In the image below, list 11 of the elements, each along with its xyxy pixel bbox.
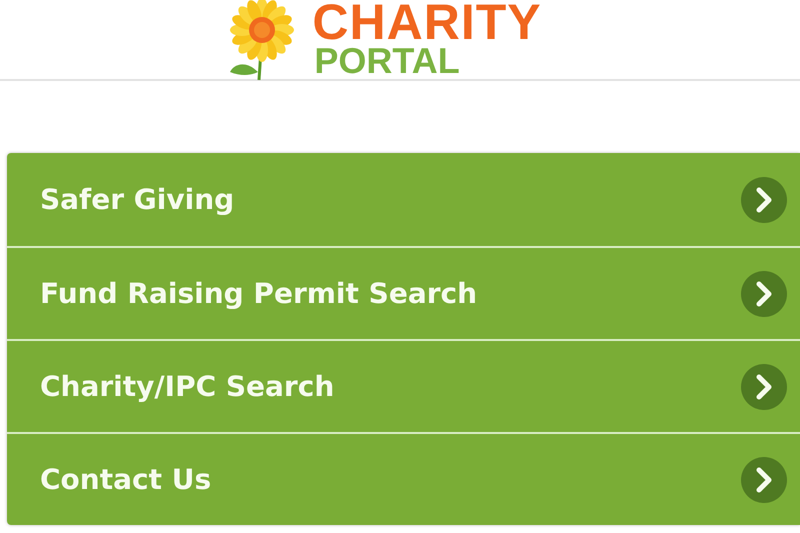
chevron-right-icon [741, 364, 787, 410]
logo-subtitle: PORTAL [314, 42, 460, 78]
menu-item[interactable]: Safer Giving [7, 153, 800, 246]
menu-item[interactable]: Charity/IPC Search [7, 339, 800, 432]
logo-title: CHARITY [312, 0, 542, 42]
sunflower-logo-icon [228, 0, 294, 80]
menu-item[interactable]: Contact Us [7, 432, 800, 525]
chevron-right-icon [741, 270, 787, 316]
menu-item[interactable]: Fund Raising Permit Search [7, 246, 800, 339]
chevron-right-icon [741, 176, 787, 222]
chevron-right-icon [741, 456, 787, 502]
